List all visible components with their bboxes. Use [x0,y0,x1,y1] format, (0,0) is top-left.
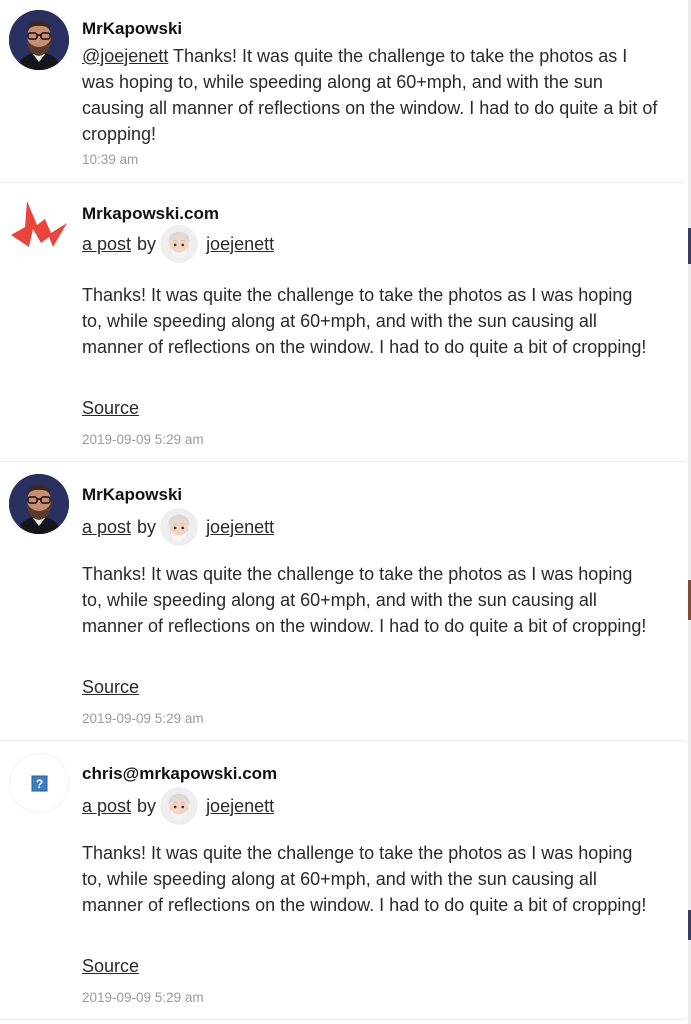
post-link[interactable]: a post [82,796,131,817]
author-avatar[interactable]: ? [9,753,69,813]
svg-text:?: ? [36,777,43,791]
post-author-link[interactable]: joejenett [206,234,274,255]
post-content: Thanks! It was quite the challenge to ta… [82,285,647,357]
post-author-avatar[interactable] [160,787,198,825]
by-label: by [137,233,157,254]
post-author-avatar[interactable] [160,508,198,546]
byline: a post by joejenett [82,225,274,263]
by-label: by [137,795,157,816]
mentions-feed[interactable]: MrKapowski @joejenett Thanks! It was qui… [0,0,686,1020]
author-name[interactable]: MrKapowski [82,19,182,39]
feed-item: ? chris@mrkapowski.com a post by joejene… [0,741,686,1020]
post-link[interactable]: a post [82,234,131,255]
memoji-avatar-icon [160,508,198,546]
source-link[interactable]: Source [82,398,139,419]
author-avatar[interactable] [9,197,69,257]
source-link[interactable]: Source [82,956,139,977]
lightning-logo-icon [11,201,67,247]
broken-image-icon: ? [31,775,48,792]
post-content: Thanks! It was quite the challenge to ta… [82,843,647,915]
author-name[interactable]: Mrkapowski.com [82,204,219,224]
feed-item: MrKapowski a post by joejenett Thanks! I… [0,462,686,741]
author-avatar[interactable] [9,474,69,534]
reply-body: Thanks! It was quite the challenge to ta… [82,46,658,144]
feed-item: Mrkapowski.com a post by joejenett Thank… [0,183,686,462]
author-name[interactable]: MrKapowski [82,485,182,505]
source-link[interactable]: Source [82,677,139,698]
memoji-avatar-icon [160,787,198,825]
post-author-avatar[interactable] [160,225,198,263]
by-label: by [137,516,157,537]
post-link[interactable]: a post [82,517,131,538]
post-content: Thanks! It was quite the challenge to ta… [82,564,647,636]
author-name[interactable]: chris@mrkapowski.com [82,764,277,784]
memoji-avatar-icon [160,225,198,263]
reply-text: @joejenett Thanks! It was quite the chal… [82,43,662,147]
timestamp[interactable]: 2019-09-09 5:29 am [82,990,204,1005]
timestamp[interactable]: 10:39 am [82,152,138,167]
timestamp[interactable]: 2019-09-09 5:29 am [82,711,204,726]
byline: a post by joejenett [82,508,274,546]
man-avatar-icon [9,10,69,70]
man-avatar-icon [9,474,69,534]
author-avatar[interactable] [9,10,69,70]
byline: a post by joejenett [82,787,274,825]
feed-item: MrKapowski @joejenett Thanks! It was qui… [0,0,686,183]
mention-link[interactable]: @joejenett [82,46,168,66]
timestamp[interactable]: 2019-09-09 5:29 am [82,432,204,447]
post-author-link[interactable]: joejenett [206,517,274,538]
post-author-link[interactable]: joejenett [206,796,274,817]
